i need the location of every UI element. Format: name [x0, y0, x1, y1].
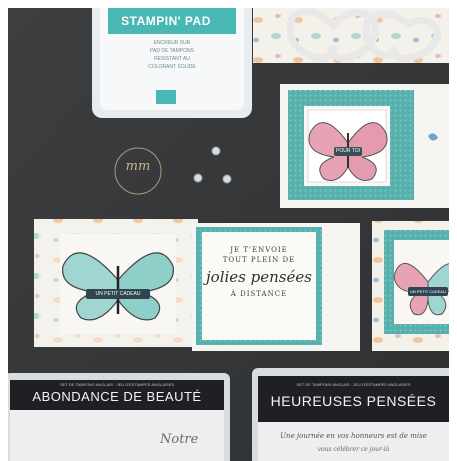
ink-pad-line-1: ENCREUR SUR [153, 40, 191, 46]
sentiment-line-4: À DISTANCE [230, 290, 288, 298]
stamp-box-left-script: Notre [160, 432, 199, 447]
ink-pad-line-3: RESISTANT AU [154, 56, 190, 62]
tag-left: UN PETIT CADEAU [95, 291, 141, 297]
stamp-box-left-subtitle: SET DE TAMPONS ANGLAIS · JEU D'ESTAMPES … [59, 382, 175, 387]
card-top-right [280, 84, 449, 208]
watermark-logo: mm [115, 148, 161, 194]
tag-top-right: POUR TOI [336, 148, 360, 154]
sentiment-line-2: TOUT PLEIN DE [222, 256, 296, 264]
stamp-box-right-labels: SET DE TAMPONS ANGLAIS · JEU D'ESTAMPES … [258, 376, 449, 461]
stamp-box-right-title: HEUREUSES PENSÉES [270, 393, 437, 409]
stamp-box-right-script-2: vous célébrer ce jour-là [317, 446, 390, 453]
card-left-butterfly [34, 219, 198, 347]
ink-pad-label-area: STAMPIN' PAD [104, 12, 228, 30]
tag-right: UN PETIT CADEAU [410, 289, 446, 294]
photo-frame: STAMPIN' PAD ENCREUR SUR PAD DE TAMPONS … [0, 0, 457, 461]
ink-pad-brand: STAMPIN' PAD [121, 14, 211, 28]
sentiment-text: JE T'ENVOIE TOUT PLEIN DE jolies pensées… [202, 232, 316, 340]
ink-pad-details: ENCREUR SUR PAD DE TAMPONS RESISTANT AU … [108, 38, 236, 84]
ink-pad-line-2: PAD DE TAMPONS [150, 48, 194, 54]
stamp-box-right-script-1: Une journée en vos honneurs est de mise [280, 432, 427, 440]
sentiment-line-1: JE T'ENVOIE [230, 246, 288, 254]
watermark-initials: mm [125, 159, 151, 174]
sentiment-line-3: jolies pensées [206, 268, 312, 286]
stamp-box-right-subtitle: SET DE TAMPONS ANGLAIS · JEU D'ESTAMPES … [296, 382, 411, 387]
stamp-box-left-title: ABONDANCE DE BEAUTÉ [32, 389, 202, 404]
stamp-box-left-labels: SET DE TAMPONS ANGLAIS · JEU D'ESTAMPES … [10, 380, 224, 461]
craft-flatlay-photo: STAMPIN' PAD ENCREUR SUR PAD DE TAMPONS … [8, 8, 449, 461]
ink-pad-line-4: COLORANT SOLIDE [148, 64, 196, 70]
card-right-butterfly [372, 221, 449, 351]
